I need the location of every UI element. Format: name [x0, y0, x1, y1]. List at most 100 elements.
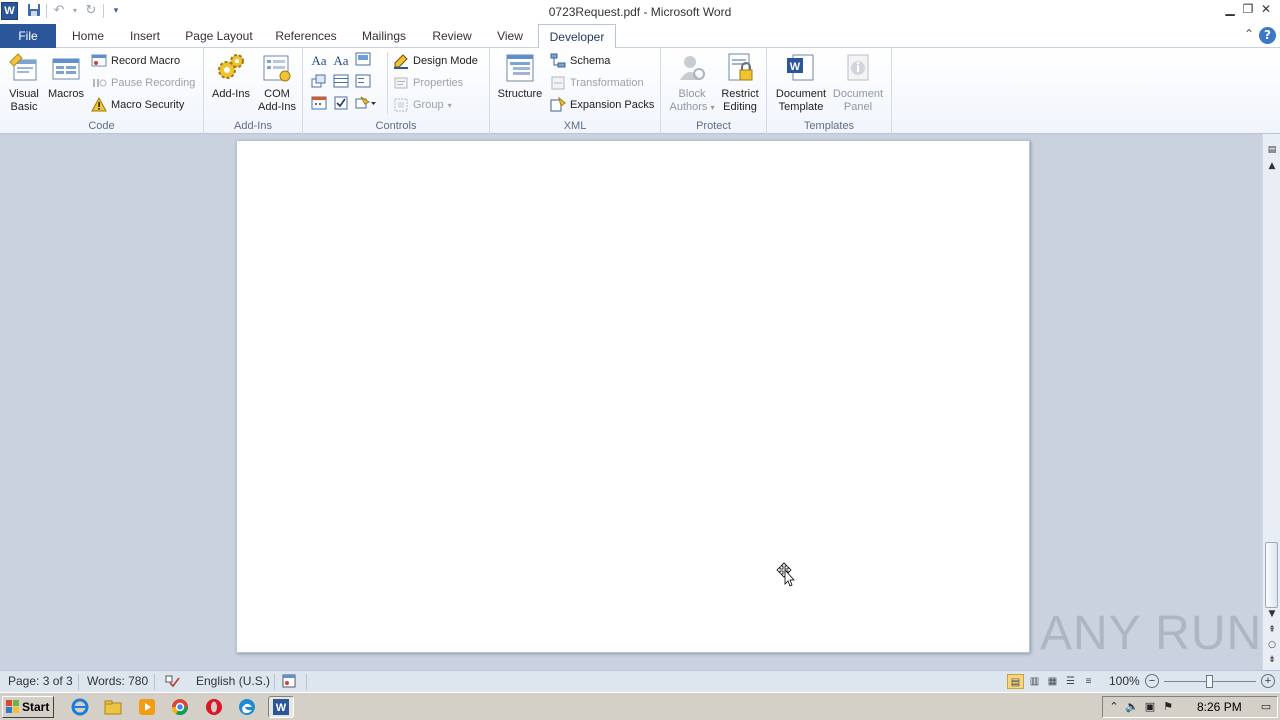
scrollbar-thumb[interactable]: [1265, 542, 1278, 608]
scroll-up-icon[interactable]: ▲: [1265, 160, 1279, 172]
record-macro-button[interactable]: Record Macro: [91, 51, 180, 71]
structure-button[interactable]: Structure: [494, 52, 546, 101]
proofing-icon[interactable]: [164, 674, 180, 691]
schema-label: Schema: [570, 55, 611, 67]
file-explorer-icon[interactable]: [103, 697, 125, 717]
group-button[interactable]: Group ▾: [393, 95, 452, 115]
restore-icon[interactable]: ❐: [1240, 2, 1256, 18]
pause-recording-label: Pause Recording: [111, 77, 196, 89]
rich-text-control-icon[interactable]: Aa: [310, 52, 328, 70]
zoom-slider-thumb[interactable]: [1206, 675, 1213, 688]
visual-basic-button[interactable]: Visual Basic: [4, 52, 44, 114]
internet-explorer-icon[interactable]: [70, 697, 92, 717]
outline-view-icon[interactable]: ☰: [1062, 674, 1079, 689]
pause-recording-button[interactable]: Pause Recording: [91, 73, 195, 93]
picture-control-icon[interactable]: [354, 52, 372, 70]
previous-page-icon[interactable]: ⇞: [1265, 624, 1279, 636]
svg-text:W: W: [276, 702, 287, 714]
volume-icon[interactable]: 🔈: [1125, 700, 1139, 714]
word-app-icon[interactable]: W: [1, 2, 18, 20]
edge-icon[interactable]: [237, 697, 259, 717]
vertical-scrollbar[interactable]: ▤ ▲ ▼ ⇞ ○ ⇟: [1262, 134, 1280, 670]
tab-review[interactable]: Review: [424, 24, 480, 48]
building-block-control-icon[interactable]: [310, 74, 328, 92]
tab-home[interactable]: Home: [62, 24, 114, 48]
macro-security-button[interactable]: Macro Security: [91, 95, 184, 115]
save-icon[interactable]: [26, 3, 42, 19]
opera-icon[interactable]: [204, 697, 226, 717]
media-player-icon[interactable]: [137, 697, 159, 717]
document-panel-icon: [842, 52, 874, 84]
draft-view-icon[interactable]: ≡: [1080, 674, 1097, 689]
undo-dropdown-icon[interactable]: ▾: [71, 3, 79, 19]
title-bar: W ↶ ▾ ↻ ▾ 0723Request.pdf - Microsoft Wo…: [0, 0, 1280, 24]
zoom-in-icon[interactable]: +: [1261, 674, 1275, 688]
group-code: Visual Basic Macros Record Macro Pause R…: [0, 48, 204, 134]
taskbar: Start W ⌃ 🔈 ▣ ⚑ 8:26 PM ▭: [0, 692, 1280, 720]
macro-recording-icon[interactable]: [282, 674, 296, 691]
status-divider: [306, 674, 307, 690]
web-layout-view-icon[interactable]: ▦: [1044, 674, 1061, 689]
block-authors-button[interactable]: Block Authors ▾: [669, 52, 715, 114]
language-indicator[interactable]: English (U.S.): [196, 674, 270, 688]
check-box-control-icon[interactable]: [332, 96, 350, 114]
document-panel-label-2: Panel: [843, 101, 873, 113]
show-hidden-icons-icon[interactable]: ⌃: [1107, 700, 1121, 714]
system-tray: ⌃ 🔈 ▣ ⚑ 8:26 PM ▭: [1102, 696, 1278, 718]
document-panel-button[interactable]: Document Panel: [829, 52, 887, 114]
help-icon[interactable]: ?: [1259, 27, 1276, 44]
tab-references[interactable]: References: [268, 24, 344, 48]
pause-recording-icon: [91, 75, 107, 91]
add-ins-button[interactable]: Add-Ins: [208, 52, 254, 101]
record-macro-label: Record Macro: [111, 55, 181, 67]
com-add-ins-button[interactable]: COM Add-Ins: [254, 52, 300, 114]
document-template-button[interactable]: W Document Template: [771, 52, 831, 114]
word-taskbar-button[interactable]: W: [268, 696, 294, 718]
tab-page-layout[interactable]: Page Layout: [178, 24, 260, 48]
tab-view[interactable]: View: [488, 24, 532, 48]
date-picker-control-icon[interactable]: [310, 96, 328, 114]
chrome-icon[interactable]: [170, 697, 192, 717]
network-icon[interactable]: ▣: [1143, 700, 1157, 714]
group-add-ins-label: Add-Ins: [234, 120, 272, 132]
macros-button[interactable]: Macros: [46, 52, 86, 101]
customize-qat-icon[interactable]: ▾: [108, 3, 124, 19]
clock[interactable]: 8:26 PM: [1197, 700, 1242, 714]
scroll-down-icon[interactable]: ▼: [1265, 608, 1279, 620]
close-icon[interactable]: ✕: [1258, 2, 1274, 18]
word-count[interactable]: Words: 780: [87, 674, 148, 688]
design-mode-button[interactable]: Design Mode: [393, 51, 478, 71]
action-center-flag-icon[interactable]: ⚑: [1161, 700, 1175, 714]
group-label: Group: [413, 99, 444, 111]
tab-developer[interactable]: Developer: [538, 24, 616, 49]
zoom-out-icon[interactable]: −: [1145, 674, 1159, 688]
minimize-icon[interactable]: ▁: [1222, 2, 1238, 18]
expansion-packs-button[interactable]: Expansion Packs: [550, 95, 654, 115]
tab-mailings[interactable]: Mailings: [352, 24, 416, 48]
full-screen-reading-view-icon[interactable]: ▥: [1026, 674, 1043, 689]
start-button[interactable]: Start: [2, 696, 54, 718]
undo-icon[interactable]: ↶: [51, 3, 67, 19]
next-page-icon[interactable]: ⇟: [1265, 654, 1279, 666]
document-page[interactable]: [236, 140, 1030, 653]
transformation-button[interactable]: Transformation: [550, 73, 644, 93]
page-count[interactable]: Page: 3 of 3: [8, 674, 73, 688]
print-layout-view-icon[interactable]: ▤: [1007, 674, 1024, 689]
document-area[interactable]: [0, 134, 1262, 670]
schema-button[interactable]: Schema: [550, 51, 610, 71]
show-desktop-icon[interactable]: ▭: [1259, 700, 1273, 714]
restrict-editing-button[interactable]: Restrict Editing: [717, 52, 763, 114]
combo-box-control-icon[interactable]: [332, 74, 350, 92]
warning-icon: [91, 96, 107, 113]
properties-button[interactable]: Properties: [393, 73, 463, 93]
view-ruler-icon[interactable]: ▤: [1265, 144, 1279, 156]
drop-down-control-icon[interactable]: [354, 74, 372, 92]
tab-insert[interactable]: Insert: [120, 24, 170, 48]
plain-text-control-icon[interactable]: Aa: [332, 52, 350, 70]
redo-icon[interactable]: ↻: [83, 3, 99, 19]
select-browse-object-icon[interactable]: ○: [1265, 639, 1279, 651]
legacy-tools-icon[interactable]: [354, 96, 378, 114]
minimize-ribbon-icon[interactable]: ⌃: [1244, 27, 1254, 41]
tab-file[interactable]: File: [0, 24, 56, 48]
zoom-level[interactable]: 100%: [1109, 674, 1140, 688]
